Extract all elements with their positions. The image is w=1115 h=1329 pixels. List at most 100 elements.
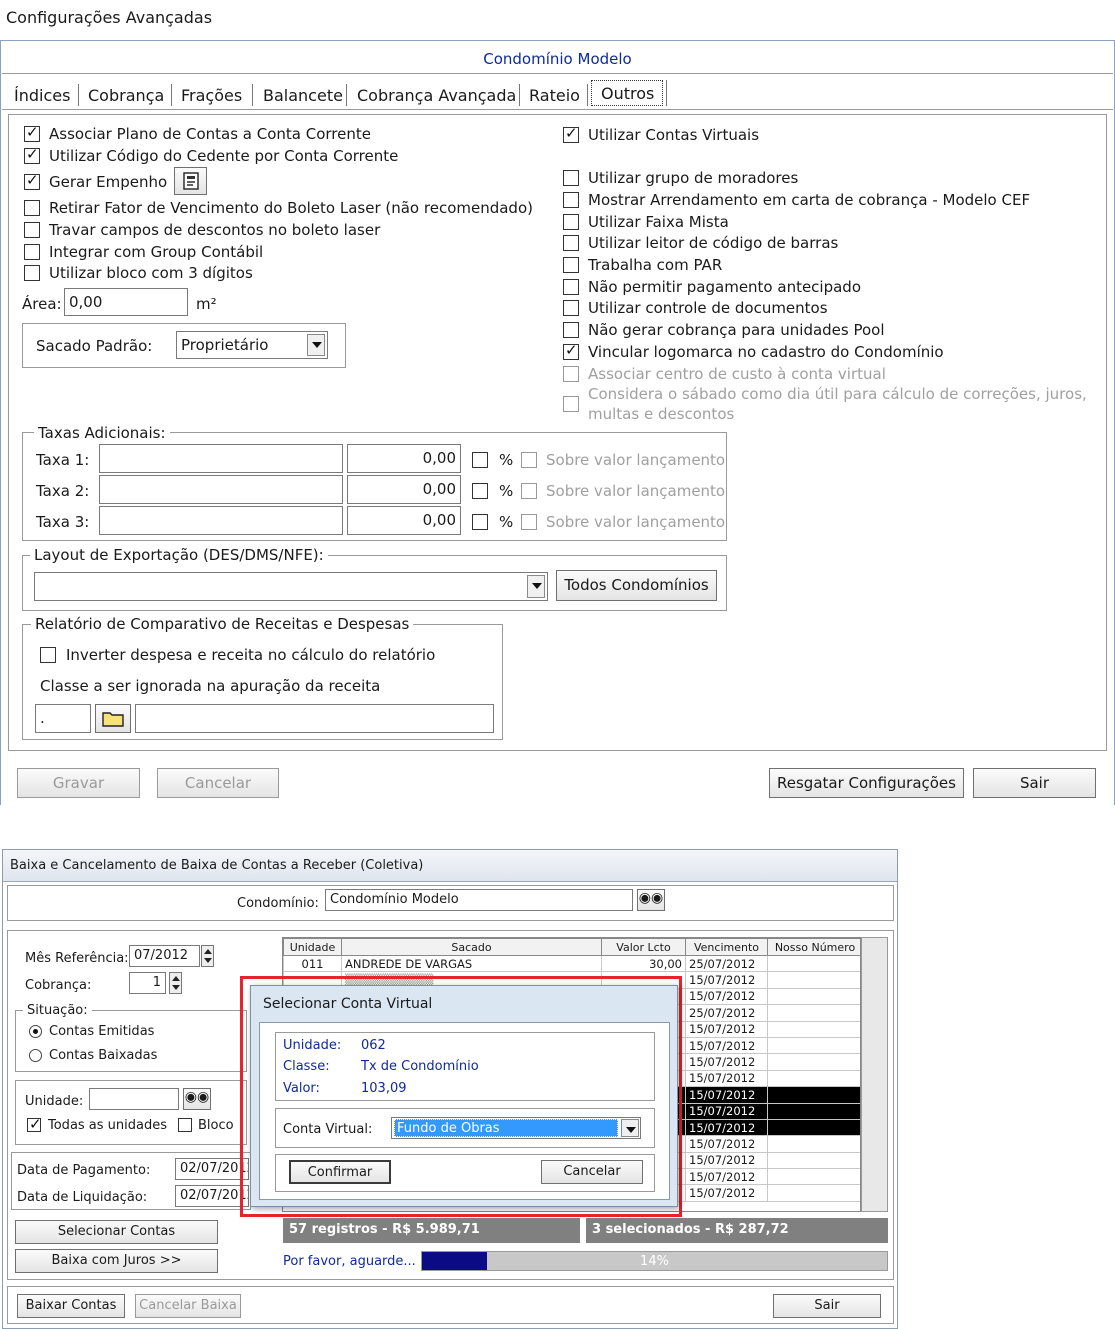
tab-rateio[interactable]: Rateio (529, 86, 580, 105)
resgatar-configuracoes-button[interactable]: Resgatar Configurações (769, 768, 964, 798)
taxa1-name-input[interactable] (99, 444, 343, 473)
check-centro-custo (563, 366, 579, 382)
taxa2-name-input[interactable] (99, 475, 343, 504)
check-arrendamento[interactable] (563, 192, 579, 208)
baixa-com-juros-button[interactable]: Baixa com Juros >> (15, 1249, 218, 1273)
mes-referencia-spinner[interactable] (201, 945, 214, 967)
check-pagamento-antecipado[interactable] (563, 279, 579, 295)
taxa2-percent-check[interactable] (472, 483, 488, 499)
cobranca-input[interactable]: 1 (129, 972, 166, 994)
taxa3-value-input[interactable]: 0,00 (347, 506, 461, 535)
check-gerar-empenho[interactable] (24, 171, 40, 190)
radio-contas-emitidas[interactable] (29, 1025, 42, 1038)
check-trabalha-par[interactable] (563, 257, 579, 273)
baixa-titlebar: Baixa e Cancelamento de Baixa de Contas … (3, 850, 897, 882)
col-nosso-numero[interactable]: Nosso Número (767, 938, 860, 956)
dialog-confirmar-button[interactable]: Confirmar (289, 1160, 391, 1184)
grid-header-row: Unidade Sacado Valor Lcto Vencimento Nos… (283, 938, 860, 956)
unidade-search-button[interactable]: ◉◉ (183, 1088, 211, 1110)
taxa2-value-input[interactable]: 0,00 (347, 475, 461, 504)
sair-button[interactable]: Sair (973, 768, 1096, 798)
taxa1-value-input[interactable]: 0,00 (347, 444, 461, 473)
check-bloco[interactable] (178, 1118, 192, 1132)
check-travar-campos[interactable] (24, 222, 40, 238)
condominio-search-button[interactable]: ◉◉ (637, 889, 665, 911)
check-faixa-mista[interactable] (563, 214, 579, 230)
cell-vencimento: 15/07/2012 (685, 1118, 768, 1137)
selecionar-contas-button[interactable]: Selecionar Contas (15, 1220, 218, 1244)
cancelar-baixa-button[interactable]: Cancelar Baixa (135, 1294, 241, 1318)
tab-cobranca-avancada[interactable]: Cobrança Avançada (357, 86, 516, 105)
dialog-cancelar-button[interactable]: Cancelar (541, 1160, 643, 1184)
col-valor[interactable]: Valor Lcto (601, 938, 686, 956)
condominio-header: Condomínio Modelo (2, 44, 1113, 74)
sair-button-2[interactable]: Sair (773, 1294, 881, 1318)
tab-balancete[interactable]: Balancete (263, 86, 343, 105)
progress-label: Por favor, aguarde... (283, 1254, 416, 1269)
tab-cobranca[interactable]: Cobrança (88, 86, 164, 105)
taxa3-sobre-check (521, 514, 537, 530)
classe-code-input[interactable]: . (35, 704, 91, 733)
check-todas-unidades[interactable] (27, 1115, 42, 1133)
tab-outros-label: Outros (601, 84, 655, 103)
check-retirar-fator[interactable] (24, 200, 40, 216)
condominio-label: Condomínio: (237, 896, 319, 911)
check-controle-documentos[interactable] (563, 300, 579, 316)
unidade-input[interactable] (89, 1088, 179, 1110)
dialog-conta-select[interactable]: Fundo de Obras (391, 1117, 641, 1139)
progress-percent: 14% (640, 1254, 669, 1269)
cell-vencimento: 15/07/2012 (685, 1053, 768, 1071)
cancelar-button[interactable]: Cancelar (157, 768, 279, 798)
todos-condominios-button[interactable]: Todos Condomínios (556, 570, 717, 601)
radio-contas-baixadas[interactable] (29, 1049, 42, 1062)
check-bloco-3-digitos[interactable] (24, 265, 40, 281)
table-row[interactable]: 011 ANDREDE DE VARGAS 30,00 25/07/2012 (283, 954, 860, 973)
settings-sheet-icon (182, 172, 199, 190)
check-unidades-pool[interactable] (563, 322, 579, 338)
gravar-button[interactable]: Gravar (17, 768, 140, 798)
grid-scrollbar[interactable] (861, 937, 888, 1212)
col-unidade[interactable]: Unidade (283, 938, 342, 956)
classe-browse-button[interactable] (95, 704, 131, 733)
cobranca-spinner[interactable] (169, 972, 182, 994)
tab-fracoes[interactable]: Frações (181, 86, 242, 105)
dialog-unidade-label: Unidade: (283, 1038, 342, 1053)
tab-indices[interactable]: Índices (14, 86, 70, 105)
tab-outros[interactable]: Outros (591, 80, 663, 106)
layout-exportacao-select[interactable] (34, 572, 548, 601)
sacado-select[interactable]: Proprietário (176, 331, 328, 359)
chevron-down-icon[interactable] (527, 575, 545, 598)
dialog-classe-value: Tx de Condomínio (361, 1059, 479, 1074)
sacado-select-value: Proprietário (181, 336, 269, 354)
check-inverter-despesa[interactable] (40, 647, 56, 663)
check-leitor-barras[interactable] (563, 235, 579, 251)
selecionados-status-text: 3 selecionados - R$ 287,72 (592, 1222, 789, 1237)
taxa1-percent-check[interactable] (472, 452, 488, 468)
check-codigo-cedente[interactable] (24, 145, 40, 164)
empenho-settings-button[interactable] (174, 167, 207, 195)
check-grupo-moradores[interactable] (563, 170, 579, 186)
col-sacado[interactable]: Sacado (341, 938, 602, 956)
area-input[interactable]: 0,00 (64, 288, 188, 316)
check-associar-plano[interactable] (24, 123, 40, 142)
area-unit: m² (196, 295, 217, 313)
data-pagamento-input[interactable]: 02/07/2012 (175, 1158, 249, 1180)
baixar-contas-button[interactable]: Baixar Contas (17, 1294, 125, 1318)
check-contas-virtuais[interactable] (563, 124, 579, 143)
classe-name-input[interactable] (135, 704, 494, 733)
label-todas-unidades: Todas as unidades (48, 1118, 168, 1133)
chevron-down-icon[interactable] (621, 1119, 639, 1137)
col-vencimento[interactable]: Vencimento (685, 938, 768, 956)
mes-referencia-input[interactable]: 07/2012 (129, 945, 200, 967)
window-title: Configurações Avançadas (6, 8, 213, 27)
area-label: Área: (22, 295, 62, 313)
check-vincular-logomarca[interactable] (563, 341, 579, 360)
data-liquidacao-input[interactable]: 02/07/2012 (175, 1185, 249, 1207)
check-integrar-group[interactable] (24, 244, 40, 260)
chevron-down-icon[interactable] (307, 334, 325, 356)
selecionados-status: 3 selecionados - R$ 287,72 (586, 1218, 888, 1243)
taxa3-percent-check[interactable] (472, 514, 488, 530)
dialog-conta-value: Fundo de Obras (394, 1119, 618, 1137)
condominio-input[interactable]: Condomínio Modelo (325, 889, 633, 911)
taxa3-name-input[interactable] (99, 506, 343, 535)
